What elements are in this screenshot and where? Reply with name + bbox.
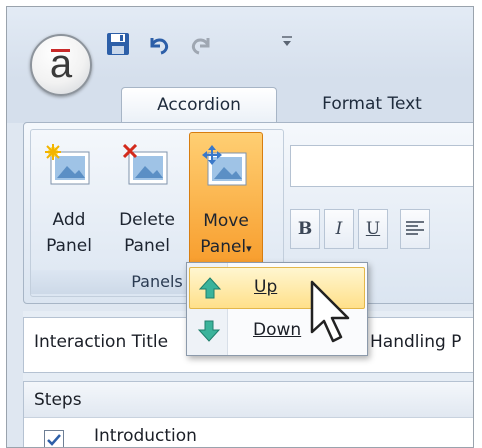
add-panel-label-1: Add	[52, 210, 86, 230]
undo-icon[interactable]	[145, 31, 171, 57]
delete-panel-icon	[122, 143, 171, 188]
tab-format-text[interactable]: Format Text	[297, 87, 447, 123]
interaction-title-field[interactable]: Handling P	[370, 332, 461, 352]
move-panel-label-2: Panel▾	[200, 237, 252, 257]
chevron-down-icon: ▾	[246, 242, 252, 255]
add-panel-label-2: Panel	[46, 236, 92, 256]
menu-item-up-label: Up	[254, 277, 278, 297]
add-panel-icon	[45, 144, 93, 188]
step-checkbox[interactable]	[44, 430, 64, 447]
arrow-up-icon	[198, 276, 222, 300]
align-left-button[interactable]	[400, 209, 430, 249]
mouse-cursor-icon	[306, 278, 356, 348]
arrow-down-icon	[197, 319, 221, 343]
tab-accordion[interactable]: Accordion	[121, 87, 277, 124]
interaction-title-label: Interaction Title	[34, 332, 169, 352]
underline-button[interactable]: U	[358, 209, 388, 249]
step-label: Introduction	[94, 426, 197, 446]
delete-panel-label-1: Delete	[119, 210, 175, 230]
delete-panel-label-2: Panel	[124, 236, 170, 256]
font-name-combo[interactable]	[290, 145, 473, 187]
steps-header: Steps	[24, 382, 473, 418]
move-panel-label-1: Move	[203, 211, 249, 231]
move-panel-icon	[202, 145, 250, 189]
move-panel-button[interactable]: Move Panel▾	[189, 132, 263, 272]
app-logo: a	[49, 42, 73, 86]
italic-button[interactable]: I	[324, 209, 354, 249]
steps-panel: Steps Introduction	[23, 381, 473, 447]
delete-panel-button[interactable]: Delete Panel	[111, 132, 183, 270]
align-left-icon	[405, 221, 425, 243]
quick-access-toolbar	[105, 29, 295, 59]
customize-toolbar-icon[interactable]	[281, 31, 293, 51]
save-icon[interactable]	[105, 31, 131, 57]
bold-button[interactable]: B	[290, 209, 320, 249]
add-panel-button[interactable]: Add Panel	[33, 132, 105, 270]
application-menu-button[interactable]: a	[30, 34, 92, 96]
redo-icon[interactable]	[189, 31, 215, 57]
menu-item-down-label: Down	[253, 320, 302, 340]
